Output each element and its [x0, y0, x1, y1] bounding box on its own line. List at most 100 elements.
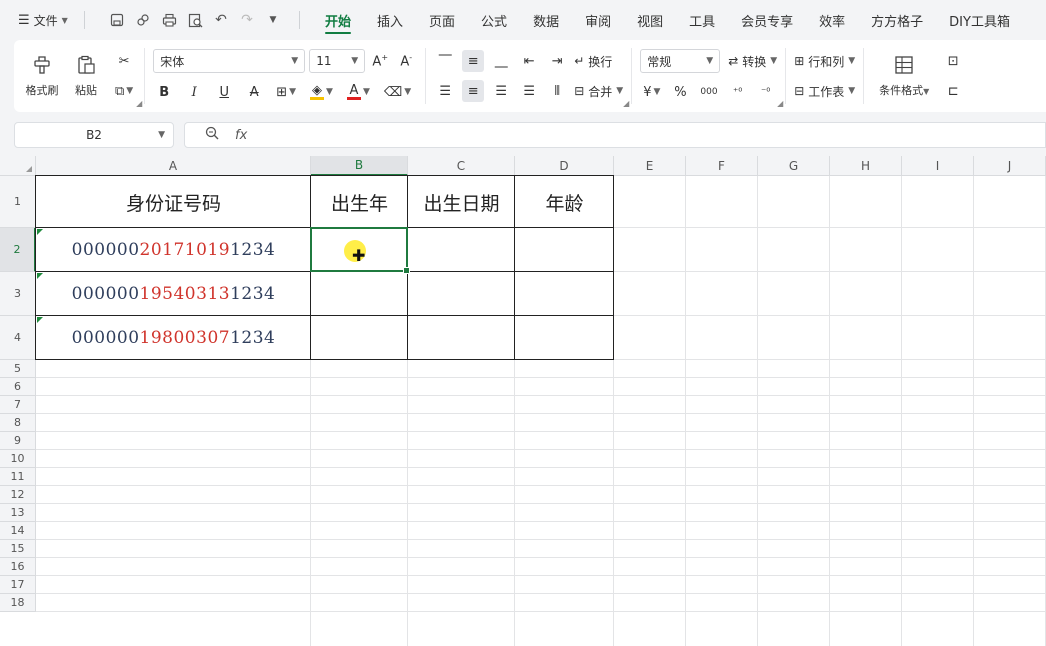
tab-view[interactable]: 视图 [624, 0, 676, 40]
decrease-indent-button[interactable]: ⇤ [518, 50, 540, 72]
row-header-8[interactable]: 8 [0, 414, 36, 432]
tab-page[interactable]: 页面 [416, 0, 468, 40]
select-all-corner[interactable] [0, 156, 36, 176]
font-color-button[interactable]: A ▼ [344, 81, 373, 103]
tab-data[interactable]: 数据 [520, 0, 572, 40]
merge-button[interactable]: ⊟ 合并 ▼ [574, 80, 623, 102]
increase-font-button[interactable]: A+ [369, 50, 391, 72]
align-top-button[interactable]: ⎺ [434, 50, 456, 72]
dialog-launcher-icon[interactable]: ◢ [136, 99, 142, 108]
increase-indent-button[interactable]: ⇥ [546, 50, 568, 72]
cut-button[interactable]: ✂ [112, 50, 136, 72]
header-cell-a[interactable]: 身份证号码 [36, 176, 311, 228]
align-center-button[interactable]: ≡ [462, 80, 485, 102]
row-header-18[interactable]: 18 [0, 594, 36, 612]
clear-format-button[interactable]: ⌫ ▼ [381, 81, 414, 103]
align-left-button[interactable]: ☰ [434, 80, 456, 102]
tab-home[interactable]: 开始 [312, 0, 364, 40]
redo-icon[interactable]: ↷ [239, 12, 255, 28]
chevron-down-icon[interactable]: ▼ [265, 12, 281, 28]
header-cell-d[interactable]: 年龄 [515, 176, 614, 228]
column-header-i[interactable]: I [902, 156, 974, 176]
row-header-2[interactable]: 2 [0, 228, 36, 272]
tab-member[interactable]: 会员专享 [728, 0, 806, 40]
underline-button[interactable]: U [213, 81, 235, 103]
row-header-6[interactable]: 6 [0, 378, 36, 396]
row-header-9[interactable]: 9 [0, 432, 36, 450]
row-header-11[interactable]: 11 [0, 468, 36, 486]
convert-button[interactable]: ⇄ 转换 ▼ [728, 50, 777, 72]
table-cell[interactable] [515, 272, 614, 316]
distributed-button[interactable]: ⫴ [546, 80, 568, 102]
tab-insert[interactable]: 插入 [364, 0, 416, 40]
column-header-g[interactable]: G [758, 156, 830, 176]
header-cell-c[interactable]: 出生日期 [408, 176, 515, 228]
row-header-10[interactable]: 10 [0, 450, 36, 468]
id-number-cell[interactable]: 000000 20171019 1234 [36, 228, 311, 272]
percent-button[interactable]: % [669, 81, 691, 103]
tab-efficiency[interactable]: 效率 [806, 0, 858, 40]
save-icon[interactable] [109, 12, 125, 28]
column-header-f[interactable]: F [686, 156, 758, 176]
paste-button[interactable]: 粘贴 [64, 48, 108, 104]
row-header-4[interactable]: 4 [0, 316, 36, 360]
header-cell-b[interactable]: 出生年 [311, 176, 408, 228]
row-header-5[interactable]: 5 [0, 360, 36, 378]
id-number-cell[interactable]: 000000 19800307 1234 [36, 316, 311, 360]
dialog-launcher-icon[interactable]: ◢ [623, 99, 629, 108]
tab-tools[interactable]: 工具 [676, 0, 728, 40]
justify-button[interactable]: ☰ [518, 80, 540, 102]
fill-color-button[interactable]: ◈ ▼ [307, 81, 336, 103]
row-header-1[interactable]: 1 [0, 176, 36, 228]
font-size-select[interactable]: 11 ▼ [309, 49, 366, 73]
copy-button[interactable]: ⧉ ▼ [112, 80, 136, 102]
align-bottom-button[interactable]: ⎽ [490, 50, 512, 72]
format-painter-button[interactable]: 格式刷 [20, 48, 64, 104]
rows-cols-button[interactable]: ⊞ 行和列 ▼ [794, 50, 855, 72]
formula-input[interactable] [263, 125, 1045, 145]
row-header-16[interactable]: 16 [0, 558, 36, 576]
tab-review[interactable]: 审阅 [572, 0, 624, 40]
dialog-launcher-icon[interactable]: ◢ [777, 99, 783, 108]
table-cell[interactable] [311, 316, 408, 360]
table-cell[interactable] [515, 228, 614, 272]
row-header-17[interactable]: 17 [0, 576, 36, 594]
align-right-button[interactable]: ☰ [490, 80, 512, 102]
table-cell[interactable] [311, 272, 408, 316]
print-icon[interactable] [161, 12, 177, 28]
thousands-button[interactable]: 000 [697, 81, 720, 103]
zoom-icon[interactable] [205, 126, 219, 144]
number-format-select[interactable]: 常规 ▼ [640, 49, 721, 73]
row-header-12[interactable]: 12 [0, 486, 36, 504]
column-header-h[interactable]: H [830, 156, 902, 176]
strikethrough-button[interactable]: A [243, 81, 265, 103]
decrease-font-button[interactable]: A- [395, 50, 417, 72]
undo-icon[interactable]: ↶ [213, 12, 229, 28]
column-header-d[interactable]: D [515, 156, 614, 176]
table-style-button[interactable]: ⊏ [942, 80, 964, 102]
decrease-decimal-button[interactable]: ⁻⁰ [755, 81, 777, 103]
table-cell[interactable] [515, 316, 614, 360]
print-preview-icon[interactable] [187, 12, 203, 28]
table-cell[interactable] [408, 228, 515, 272]
column-header-j[interactable]: J [974, 156, 1046, 176]
row-header-3[interactable]: 3 [0, 272, 36, 316]
tab-formula[interactable]: 公式 [468, 0, 520, 40]
tab-ffgz[interactable]: 方方格子 [858, 0, 936, 40]
currency-button[interactable]: ¥ ▼ [640, 81, 663, 103]
column-header-e[interactable]: E [614, 156, 686, 176]
column-header-a[interactable]: A [36, 156, 311, 176]
column-header-c[interactable]: C [408, 156, 515, 176]
table-cell[interactable] [408, 272, 515, 316]
italic-button[interactable]: I [183, 81, 205, 103]
name-box[interactable]: B2 ▼ [14, 122, 174, 148]
column-header-b[interactable]: B [311, 156, 408, 176]
file-menu-button[interactable]: ☰ 文件 ▼ [18, 12, 80, 29]
increase-decimal-button[interactable]: ⁺⁰ [727, 81, 749, 103]
wrap-text-button[interactable]: ↵ 换行 [574, 50, 612, 72]
worksheet-button[interactable]: ⊟ 工作表 ▼ [794, 80, 855, 102]
table-cell[interactable] [408, 316, 515, 360]
conditional-format-button[interactable]: 条件格式▼ [872, 48, 936, 104]
align-middle-button[interactable]: ≡ [462, 50, 485, 72]
font-name-select[interactable]: 宋体 ▼ [153, 49, 306, 73]
